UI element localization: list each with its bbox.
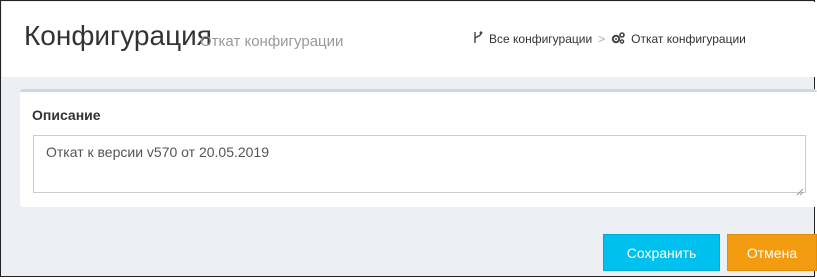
app-frame: Конфигурация Откат конфигурации Все конф… [0,0,817,277]
page-subtitle: Откат конфигурации [200,33,344,50]
branch-icon [473,31,483,47]
description-label: Описание [32,107,101,123]
description-box: Описание Откат к версии v570 от 20.05.20… [20,89,817,207]
breadcrumb: Все конфигурации > Откат конфигурации [473,31,746,47]
breadcrumb-separator: > [598,32,606,46]
resize-grip-icon[interactable] [796,183,804,196]
gears-icon [611,31,625,47]
save-button[interactable]: Сохранить [603,234,720,271]
page-title: Конфигурация [24,20,212,51]
description-textarea[interactable]: Откат к версии v570 от 20.05.2019 [33,135,806,193]
breadcrumb-current: Откат конфигурации [631,32,746,46]
breadcrumb-all-configurations[interactable]: Все конфигурации [489,32,592,46]
content-header: Конфигурация Откат конфигурации Все конф… [2,2,815,77]
cancel-button[interactable]: Отмена [727,234,817,271]
